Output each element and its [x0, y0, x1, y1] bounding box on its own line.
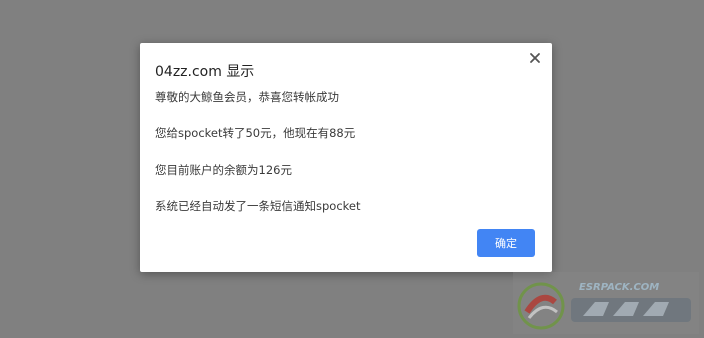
- dialog-title: 04zz.com 显示: [155, 64, 255, 80]
- ok-button[interactable]: 确定: [477, 229, 535, 257]
- close-icon: [530, 53, 540, 63]
- watermark-site-text: ESRPACK.COM: [579, 282, 659, 293]
- alert-dialog: 04zz.com 显示 尊敬的大鲸鱼会员，恭喜您转帐成功 您给spocket转了…: [140, 43, 552, 272]
- dialog-message-line: 您给spocket转了50元，他现在有88元: [155, 126, 356, 140]
- dialog-message-line: 系统已经自动发了一条短信通知spocket: [155, 199, 361, 213]
- watermark-logo: ESRPACK.COM: [513, 272, 699, 334]
- dialog-message-line: 尊敬的大鲸鱼会员，恭喜您转帐成功: [155, 90, 339, 104]
- close-button[interactable]: [526, 49, 544, 67]
- dialog-message-line: 您目前账户的余额为126元: [155, 163, 292, 177]
